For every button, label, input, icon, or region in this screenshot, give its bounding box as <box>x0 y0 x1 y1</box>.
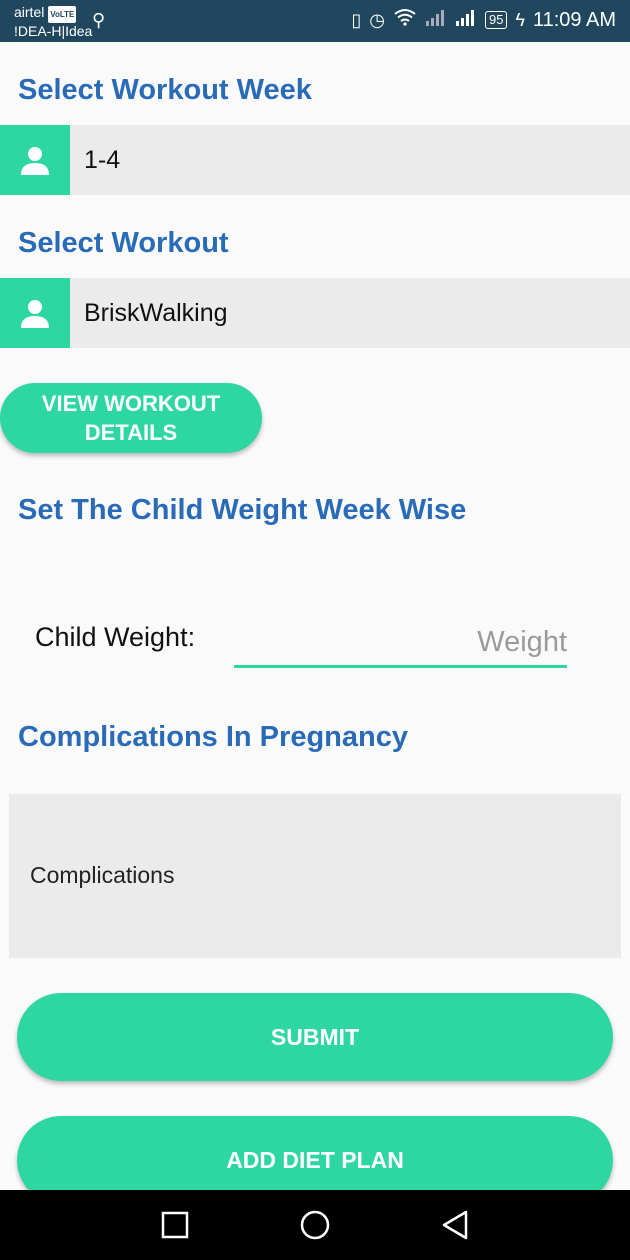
workout-week-spinner[interactable]: 1-4 <box>0 125 630 195</box>
charging-icon: ϟ <box>515 9 525 30</box>
view-workout-details-label-line1: VIEW WORKOUT <box>41 391 221 416</box>
navigation-bar <box>0 1190 630 1260</box>
view-workout-details-label-line2: DETAILS <box>84 420 178 445</box>
wifi-icon <box>393 8 417 32</box>
workout-value: BriskWalking <box>84 299 228 327</box>
signal-icon <box>425 8 447 32</box>
child-weight-title: Set The Child Weight Week Wise <box>18 494 467 526</box>
battery-icon: 95 <box>484 11 508 29</box>
carrier-secondary: !DEA-H|Idea <box>14 23 93 39</box>
clock: 11:09 AM <box>532 8 616 31</box>
child-weight-input[interactable] <box>234 620 567 668</box>
child-weight-label: Child Weight: <box>35 622 196 652</box>
workout-week-value: 1-4 <box>84 146 121 174</box>
workout-week-title: Select Workout Week <box>18 74 312 106</box>
recents-icon[interactable] <box>140 1190 210 1260</box>
carrier-primary: airtel <box>14 4 45 20</box>
person-icon <box>0 125 70 195</box>
carrier-info: airtel VoLTE !DEA-H|Idea <box>14 4 92 40</box>
status-bar: airtel VoLTE !DEA-H|Idea ⚲ ▯ ◷ 95 ϟ 11:0… <box>0 0 630 42</box>
workout-spinner[interactable]: BriskWalking <box>0 278 630 348</box>
complications-input[interactable] <box>9 794 621 958</box>
back-icon[interactable] <box>420 1190 490 1260</box>
status-icons: ▯ ◷ 95 ϟ 11:09 AM <box>351 8 616 32</box>
home-icon[interactable] <box>280 1190 350 1260</box>
person-icon <box>0 278 70 348</box>
complications-title: Complications In Pregnancy <box>18 721 408 753</box>
usb-icon: ⚲ <box>92 10 106 30</box>
workout-title: Select Workout <box>18 227 229 259</box>
volte-badge: VoLTE <box>48 6 77 23</box>
view-workout-details-button[interactable]: VIEW WORKOUT DETAILS <box>0 383 262 453</box>
signal-icon <box>455 8 477 32</box>
vibrate-icon: ▯ <box>351 9 362 30</box>
submit-button[interactable]: SUBMIT <box>17 993 613 1081</box>
alarm-icon: ◷ <box>369 9 385 30</box>
